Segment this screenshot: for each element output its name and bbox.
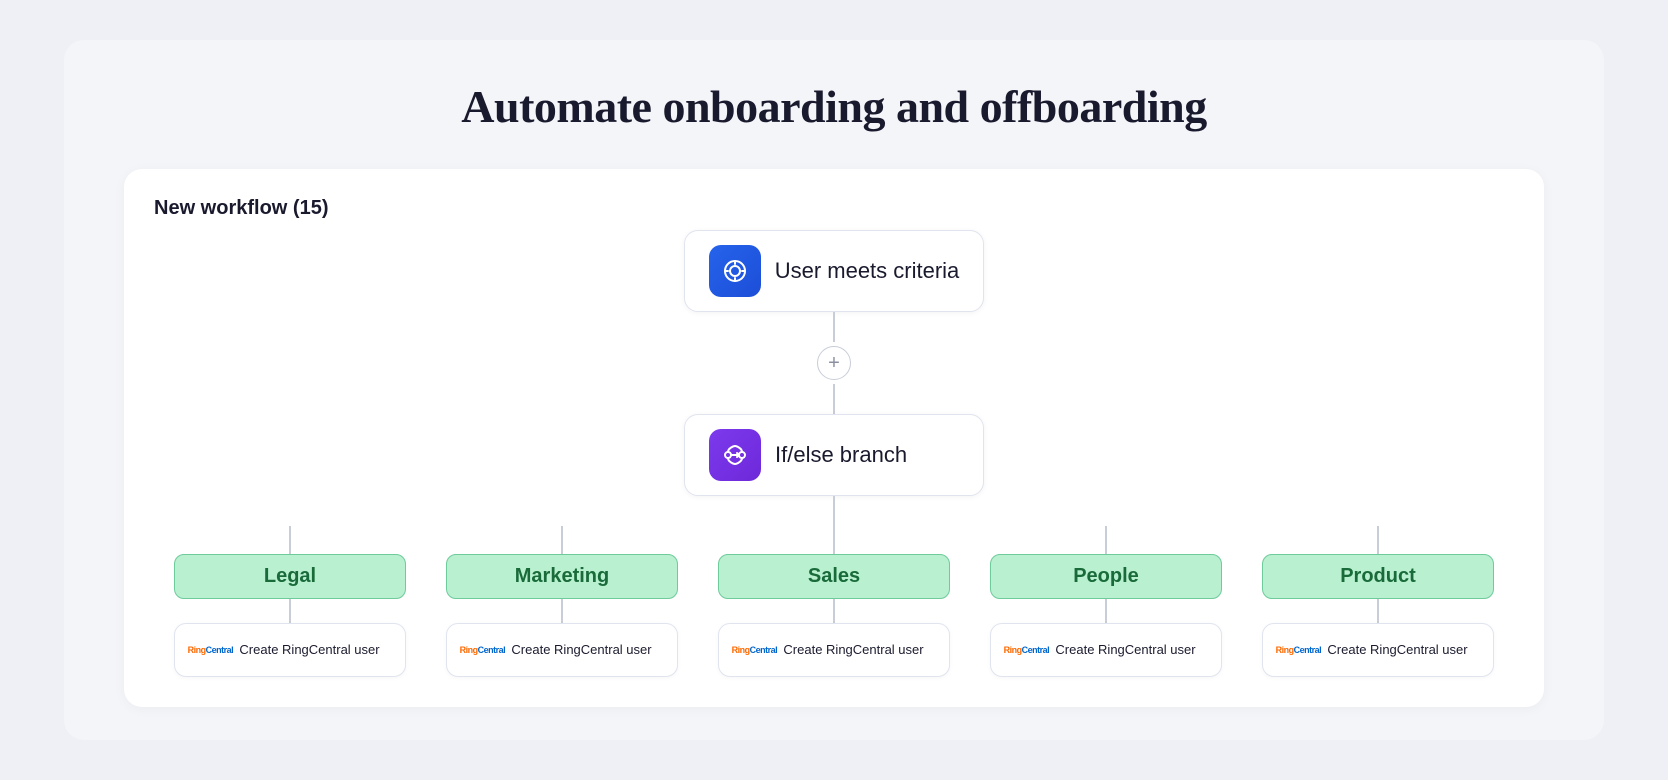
branch-label: If/else branch (775, 442, 907, 468)
flow-container: User meets criteria + (154, 230, 1514, 677)
branch-bottom-4 (1105, 599, 1107, 623)
branch-node[interactable]: If/else branch (684, 414, 984, 496)
sub-node-legal[interactable]: RingCentral Create RingCentral user (174, 623, 405, 677)
branch-top-2 (561, 526, 563, 554)
sub-label-legal: Create RingCentral user (239, 642, 379, 659)
ringcentral-logo-marketing: RingCentral (463, 636, 501, 664)
branch-bottom-2 (561, 599, 563, 623)
branch-item-marketing: Marketing RingCentral Create RingCentral… (426, 526, 698, 677)
branch-bottom-3 (833, 599, 835, 623)
trigger-label: User meets criteria (775, 258, 960, 284)
connector-3 (833, 496, 835, 526)
sub-label-marketing: Create RingCentral user (511, 642, 651, 659)
outer-container: Automate onboarding and offboarding New … (64, 40, 1604, 740)
sub-node-people[interactable]: RingCentral Create RingCentral user (990, 623, 1221, 677)
add-step-button[interactable]: + (817, 346, 851, 380)
workflow-title: New workflow (15) (154, 197, 1514, 220)
branch-bottom-1 (289, 599, 291, 623)
ringcentral-logo-product: RingCentral (1279, 636, 1317, 664)
connector-1 (833, 312, 835, 342)
branch-top-5 (1377, 526, 1379, 554)
branch-top-3 (833, 526, 835, 554)
ringcentral-logo-sales: RingCentral (735, 636, 773, 664)
branch-top-1 (289, 526, 291, 554)
ringcentral-logo-people: RingCentral (1007, 636, 1045, 664)
branch-item-sales: Sales RingCentral Create RingCentral use… (698, 526, 970, 677)
branch-tag-marketing[interactable]: Marketing (446, 554, 677, 599)
sub-node-product[interactable]: RingCentral Create RingCentral user (1262, 623, 1493, 677)
branch-tag-people[interactable]: People (990, 554, 1221, 599)
connector-2 (833, 384, 835, 414)
branch-tag-legal[interactable]: Legal (174, 554, 405, 599)
branches-row: Legal RingCentral Create RingCentral use… (154, 526, 1514, 677)
branch-item-people: People RingCentral Create RingCentral us… (970, 526, 1242, 677)
branch-top-4 (1105, 526, 1107, 554)
branch-tag-sales[interactable]: Sales (718, 554, 949, 599)
trigger-node[interactable]: User meets criteria (684, 230, 985, 312)
branch-item-legal: Legal RingCentral Create RingCentral use… (154, 526, 426, 677)
sub-node-sales[interactable]: RingCentral Create RingCentral user (718, 623, 949, 677)
branch-item-product: Product RingCentral Create RingCentral u… (1242, 526, 1514, 677)
sub-label-product: Create RingCentral user (1327, 642, 1467, 659)
criteria-icon (709, 245, 761, 297)
page-title: Automate onboarding and offboarding (461, 80, 1206, 133)
branch-bottom-5 (1377, 599, 1379, 623)
ringcentral-logo-legal: RingCentral (191, 636, 229, 664)
workflow-card: New workflow (15) User meets criteria (124, 169, 1544, 707)
sub-node-marketing[interactable]: RingCentral Create RingCentral user (446, 623, 677, 677)
sub-label-people: Create RingCentral user (1055, 642, 1195, 659)
branch-icon (709, 429, 761, 481)
branch-tag-product[interactable]: Product (1262, 554, 1493, 599)
sub-label-sales: Create RingCentral user (783, 642, 923, 659)
